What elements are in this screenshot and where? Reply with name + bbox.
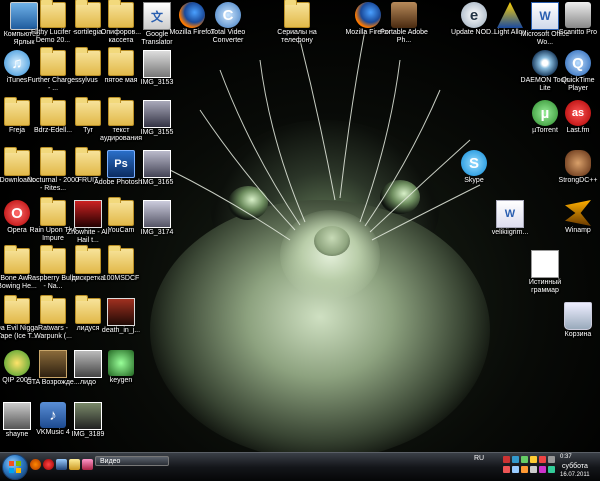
video-converter-icon: C [215, 2, 241, 28]
lastfm-icon: as [565, 100, 591, 126]
tray-icon-9[interactable] [521, 466, 528, 473]
folder-icon [284, 0, 310, 28]
desktop-icon-velikiigrim[interactable]: W velikiigrim... [483, 200, 537, 237]
portable-app-icon [391, 2, 417, 28]
tray-icon-6[interactable] [548, 456, 555, 463]
tray-icon-12[interactable] [548, 466, 555, 473]
skype-icon: S [461, 150, 487, 176]
language-indicator[interactable]: RU [474, 455, 484, 462]
desktop-icon-img3189[interactable]: IMG_3189 [61, 402, 115, 439]
quicklaunch-media-icon[interactable] [82, 459, 93, 470]
windows-logo-icon [9, 461, 21, 473]
image-thumbnail-icon [143, 150, 171, 178]
keygen-icon [108, 350, 134, 376]
image-thumbnail-icon [143, 200, 171, 228]
taskbar-window-button[interactable]: Видео [95, 456, 169, 466]
desktop-icon-korzina[interactable]: Корзина [551, 302, 600, 339]
album-cover-icon [107, 298, 135, 326]
quicklaunch-desktop-icon[interactable] [56, 459, 67, 470]
desktop-icon-winamp[interactable]: Winamp [551, 200, 600, 235]
clock-day[interactable]: суббота [562, 463, 588, 470]
desktop-icon-strongdc[interactable]: StrongDC++ [551, 150, 600, 185]
tray-icon-1[interactable] [503, 456, 510, 463]
scanner-icon [565, 2, 591, 28]
winamp-icon [565, 200, 591, 226]
desktop-icon-total-video[interactable]: C Total Video Converter [201, 2, 255, 45]
desktop-icon-img3165[interactable]: IMG_3165 [130, 150, 184, 187]
tray-icon-2[interactable] [512, 456, 519, 463]
tray-icon-5[interactable] [539, 456, 546, 463]
text-file-icon [531, 250, 559, 278]
desktop-icon-img3153[interactable]: IMG_3153 [130, 50, 184, 87]
desktop-icon-serials[interactable]: Сериалы на телефону [270, 0, 324, 45]
quicktime-icon: Q [565, 50, 591, 76]
quicklaunch-opera-icon[interactable] [43, 459, 54, 470]
tray-icon-11[interactable] [539, 466, 546, 473]
quicklaunch-firefox-icon[interactable] [30, 459, 41, 470]
tray-icon-3[interactable] [521, 456, 528, 463]
desktop-icon-quicktime[interactable]: Q QuickTime Player [551, 50, 600, 93]
desktop-icon-skype[interactable]: S Skype [447, 150, 501, 185]
tray-icon-8[interactable] [512, 466, 519, 473]
desktop-icon-msdcf[interactable]: 100MSDCF [94, 245, 148, 283]
start-button[interactable] [2, 454, 28, 480]
folder-icon [108, 245, 134, 274]
taskbar: Видео RU 0:37 суббота 16.07.2011 [0, 452, 600, 481]
desktop-icon-lastfm[interactable]: as Last.fm [551, 100, 600, 135]
desktop-icon-scanitto[interactable]: Scanitto Pro [551, 2, 600, 37]
desktop-icon-death[interactable]: death_in_j... [94, 298, 148, 335]
strongdc-icon [565, 150, 591, 176]
desktop-icon-keygen[interactable]: keygen [94, 350, 148, 385]
tray-icon-10[interactable] [530, 466, 537, 473]
clock-date[interactable]: 16.07.2011 [560, 472, 590, 478]
image-thumbnail-icon [143, 50, 171, 78]
desktop-icon-img3155[interactable]: IMG_3155 [130, 100, 184, 137]
quicklaunch-folder-icon[interactable] [69, 459, 80, 470]
clock-time[interactable]: 0:37 [560, 454, 572, 460]
desktop-icon-istinnyi[interactable]: Истинный граммар [518, 250, 572, 295]
desktop-icon-img3174[interactable]: IMG_3174 [130, 200, 184, 237]
image-thumbnail-icon [143, 100, 171, 128]
recycle-bin-icon [564, 302, 592, 330]
document-icon: W [496, 200, 524, 228]
image-thumbnail-icon [74, 402, 102, 430]
tray-icon-7[interactable] [503, 466, 510, 473]
tray-icon-4[interactable] [530, 456, 537, 463]
desktop-icon-portable-adobe[interactable]: Portable Adobe Ph... [377, 2, 431, 45]
